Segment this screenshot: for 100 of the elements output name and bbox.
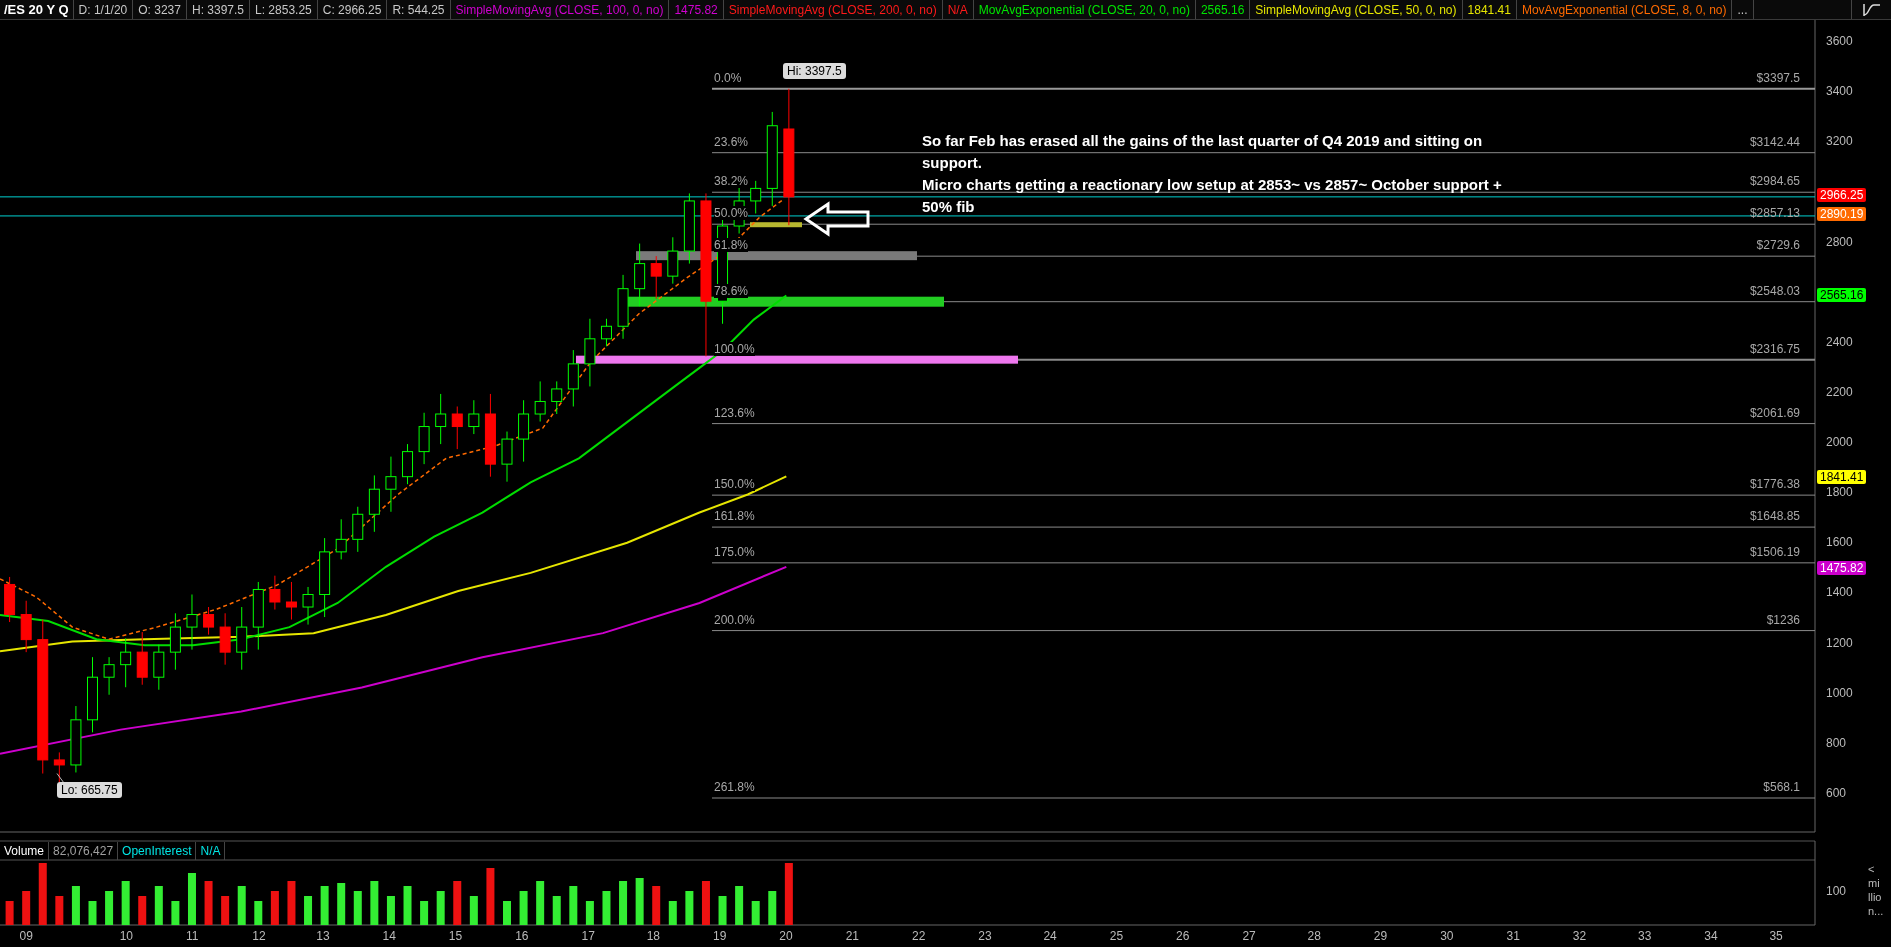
time-axis-label: 09: [19, 928, 33, 944]
header-field: H: 3397.5: [186, 0, 250, 19]
candlestick: [4, 576, 16, 623]
candlestick: [617, 274, 629, 340]
fib-price-label: $1776.38: [1749, 477, 1800, 492]
volume-bar: [138, 896, 147, 925]
volume-bar: [88, 901, 97, 925]
volume-axis-label: 100: [1826, 883, 1847, 899]
volume-bar: [420, 901, 429, 925]
time-axis-label: 29: [1373, 928, 1388, 944]
fib-price-label: $1506.19: [1749, 544, 1800, 559]
volume-bar: [304, 896, 313, 925]
fib-percent-label: 0.0%: [714, 70, 742, 85]
arrow-drawing: [803, 201, 870, 237]
time-axis-label: 14: [382, 928, 396, 944]
fib-price-label: $1648.85: [1749, 509, 1800, 524]
price-tag: 2966.25: [1817, 187, 1867, 202]
low-label: Lo: 665.75: [57, 782, 122, 798]
volume-bar: [569, 886, 578, 925]
volume-bar: [370, 881, 379, 925]
volume-header-field: 82,076,427: [49, 842, 119, 860]
time-axis-label: 33: [1637, 928, 1652, 944]
time-axis-label: 34: [1704, 928, 1718, 944]
fib-percent-label: 78.6%: [714, 283, 749, 298]
candlestick: [567, 349, 579, 407]
fib-percent-label: 50.0%: [714, 206, 749, 221]
candlestick: [435, 393, 447, 445]
candlestick: [518, 399, 530, 463]
candlestick: [650, 255, 662, 300]
time-axis-label: 24: [1043, 928, 1057, 944]
time-axis-label: 30: [1440, 928, 1454, 944]
candlestick: [70, 705, 82, 773]
support-zone: [750, 222, 802, 228]
price-tag: 1841.41: [1817, 469, 1867, 484]
candlestick: [750, 180, 762, 214]
more-button[interactable]: ...: [1732, 0, 1754, 19]
candlestick: [335, 518, 347, 560]
time-axis-label: 19: [712, 928, 727, 944]
volume-bar: [171, 901, 180, 925]
volume-bar: [768, 891, 777, 925]
volume-bar: [453, 881, 462, 925]
time-axis-label: 23: [978, 928, 992, 944]
candlestick: [203, 606, 215, 636]
header-field: SimpleMovingAvg (CLOSE, 100, 0, no): [450, 0, 670, 19]
candlestick: [302, 586, 314, 626]
time-axis-label: 26: [1176, 928, 1190, 944]
candlestick: [269, 575, 281, 611]
time-axis-label: 16: [515, 928, 529, 944]
fib-price-label: $3142.44: [1749, 134, 1800, 149]
time-axis-label: 20: [779, 928, 793, 944]
volume-bar: [22, 891, 31, 925]
time-axis-label: 21: [845, 928, 859, 944]
candlestick: [153, 644, 165, 691]
fib-price-label: $2729.6: [1756, 238, 1800, 253]
volume-bar: [503, 901, 511, 925]
volume-bar: [38, 863, 47, 925]
candlestick: [601, 318, 612, 347]
price-axis-label: 2800: [1826, 233, 1853, 250]
volume-header-field: N/A: [196, 842, 226, 860]
fib-percent-label: 23.6%: [714, 134, 749, 149]
header-field: SimpleMovingAvg (CLOSE, 200, 0, no): [723, 0, 943, 19]
candlestick: [20, 600, 32, 653]
header-field: D: 1/1/20: [73, 0, 134, 19]
time-axis-label: 18: [646, 928, 660, 944]
fib-percent-label: 261.8%: [714, 780, 755, 794]
price-axis-label: 2000: [1826, 434, 1853, 451]
volume-bar: [585, 901, 594, 925]
volume-bar: [121, 881, 130, 925]
fib-percent-label: 100.0%: [714, 341, 755, 356]
volume-bar: [536, 881, 545, 925]
time-axis-label: 35: [1769, 928, 1783, 944]
fib-price-label: $2984.65: [1749, 174, 1800, 189]
time-axis-label: 13: [316, 928, 330, 944]
volume-bar: [701, 881, 710, 925]
candlestick: [285, 581, 297, 621]
volume-bar: [403, 886, 412, 925]
header-field: SimpleMovingAvg (CLOSE, 50, 0, no): [1250, 0, 1463, 19]
volume-bar: [353, 891, 362, 925]
price-tag: 2565.16: [1817, 288, 1867, 303]
price-axis-label: 1200: [1826, 634, 1853, 651]
annotation-text: So far Feb has erased all the gains of the last quarter of Q4 2019 and sitting on support.: [922, 131, 1484, 173]
volume-bar: [71, 886, 80, 925]
time-axis-label: 17: [581, 928, 595, 944]
fib-price-label: $1236: [1766, 612, 1800, 627]
volume-bar: [188, 873, 196, 925]
volume-bar: [105, 891, 114, 925]
time-axis-label: 10: [119, 928, 133, 944]
candlestick: [534, 380, 546, 423]
fib-price-label: $568.1: [1763, 780, 1800, 794]
time-axis-label: 28: [1307, 928, 1321, 944]
volume-bar: [552, 896, 561, 925]
candlestick: [103, 656, 115, 696]
price-axis-label: 3200: [1826, 133, 1853, 150]
header-field: O: 3237: [133, 0, 187, 19]
leader-line: [56, 773, 65, 784]
price-tag: 2890.19: [1817, 206, 1867, 221]
time-axis-label: 15: [448, 928, 463, 944]
candlestick: [236, 606, 248, 671]
time-axis-label: 22: [911, 928, 926, 944]
volume-bar: [718, 896, 727, 925]
